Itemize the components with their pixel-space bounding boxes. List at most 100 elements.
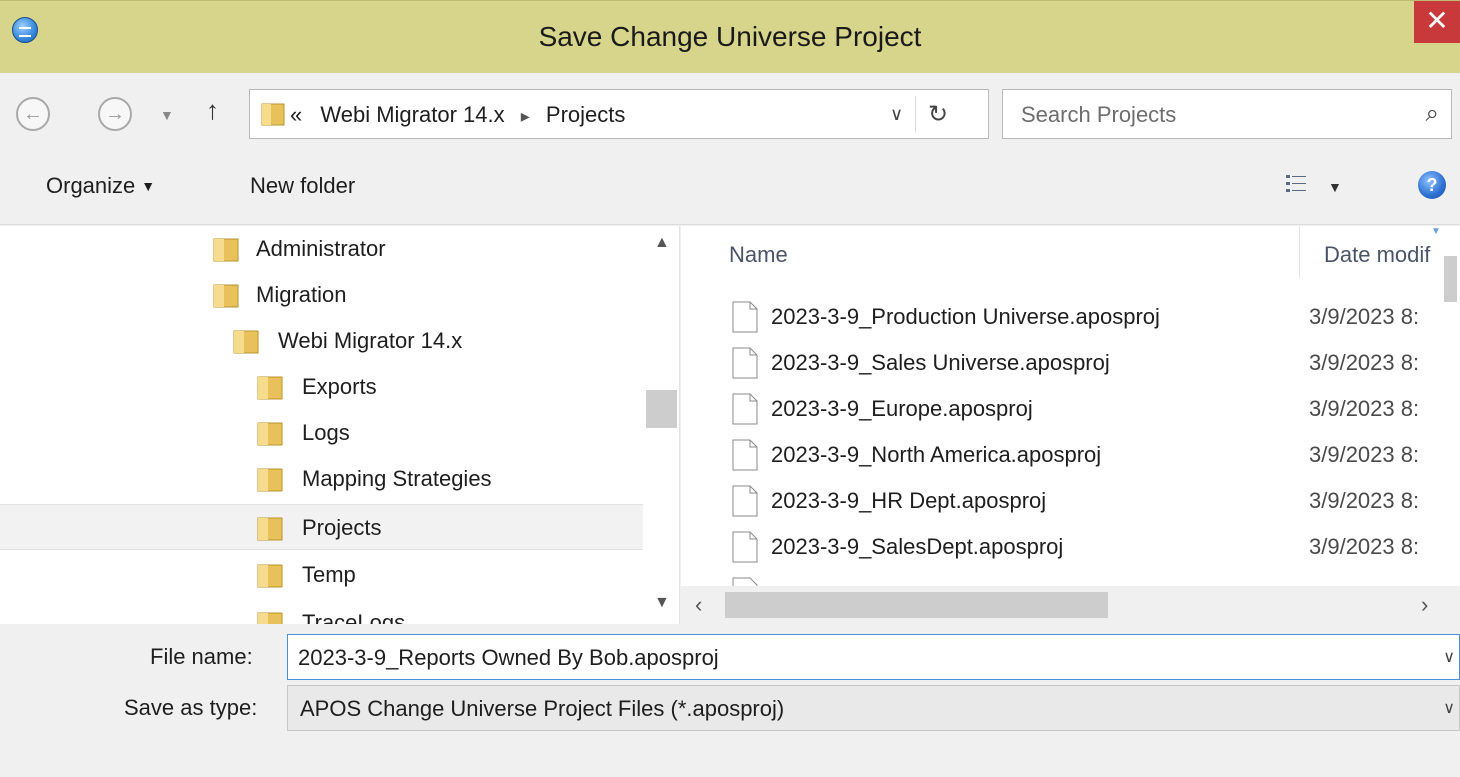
folder-icon — [257, 564, 283, 588]
save-as-type-select[interactable]: APOS Change Universe Project Files (*.ap… — [287, 685, 1460, 731]
up-arrow-icon[interactable]: ↑ — [206, 95, 219, 126]
file-row[interactable]: 2023-3-9_Production Universe.aposproj 3/… — [681, 294, 1441, 340]
tree-item-label: Projects — [302, 515, 382, 540]
scrollbar-thumb[interactable] — [646, 390, 677, 428]
window-title: Save Change Universe Project — [538, 21, 922, 52]
file-date: 3/9/2023 8: — [1309, 396, 1420, 421]
tree-item-label: Mapping Strategies — [302, 466, 492, 491]
tree-item-label: Exports — [302, 374, 377, 399]
folder-icon — [213, 238, 239, 262]
folder-icon — [233, 330, 259, 354]
tree-item-mapping-strategies[interactable]: Mapping Strategies — [0, 456, 643, 502]
navigation-scrollbar[interactable]: ▲ ▼ — [643, 226, 679, 624]
file-date: 3/9/2023 8: — [1309, 534, 1420, 559]
file-date: 3/9/2023 8: — [1309, 304, 1420, 329]
file-date: 3/9/2023 8: — [1309, 350, 1420, 375]
file-list-vertical-scrollbar[interactable] — [1441, 226, 1460, 582]
breadcrumb-segment[interactable]: Projects — [546, 102, 625, 127]
file-row[interactable]: 2023-3-9_HR Dept.aposproj 3/9/2023 8: — [681, 478, 1441, 524]
back-arrow-icon[interactable]: ← — [16, 97, 50, 131]
navigation-pane: Administrator Migration Webi Migrator 14… — [0, 226, 680, 624]
view-options-icon[interactable] — [1285, 173, 1307, 195]
file-name-field[interactable]: 2023-3-9_Reports Owned By Bob.aposproj ∨ — [287, 634, 1460, 680]
tree-item-webi-migrator[interactable]: Webi Migrator 14.x — [0, 318, 643, 364]
chevron-down-icon[interactable]: ∨ — [1443, 698, 1455, 718]
scrollbar-thumb[interactable] — [1444, 256, 1457, 302]
file-name: 2023-3-9_Production Universe.aposproj — [771, 304, 1160, 329]
scroll-up-icon[interactable]: ▲ — [654, 234, 670, 252]
tree-item-tracelogs[interactable]: TraceLogs — [0, 600, 643, 624]
save-as-type-value: APOS Change Universe Project Files (*.ap… — [300, 696, 785, 721]
tree-item-label: Webi Migrator 14.x — [278, 328, 463, 353]
tree-item-projects[interactable]: Projects — [0, 504, 643, 550]
breadcrumb: « Webi Migrator 14.x ▸ Projects — [290, 102, 625, 128]
folder-icon — [213, 284, 239, 308]
file-list-horizontal-scrollbar[interactable]: ‹ › — [681, 586, 1460, 624]
organize-button[interactable]: Organize ▼ — [46, 173, 155, 199]
file-name: 2023-3-9_HR Dept.aposproj — [771, 488, 1047, 513]
column-header-date-modified[interactable]: Date modif — [1324, 242, 1430, 268]
file-row[interactable]: 2023-3-9_Sales Universe.aposproj 3/9/202… — [681, 340, 1441, 386]
search-icon[interactable]: ⌕ — [1426, 100, 1439, 128]
tree-item-temp[interactable]: Temp — [0, 552, 643, 598]
address-divider — [915, 96, 916, 132]
file-list: Name Date modif ▼ 2023-3-9_Production Un… — [681, 226, 1460, 624]
tree-item-label: Administrator — [256, 236, 386, 261]
file-row[interactable]: 2023-3-9_Europe.aposproj 3/9/2023 8: — [681, 386, 1441, 432]
search-input[interactable]: Search Projects ⌕ — [1002, 89, 1452, 139]
breadcrumb-segment[interactable]: Webi Migrator 14.x — [320, 102, 504, 127]
file-row[interactable]: 2023-3-9_North America.aposproj 3/9/2023… — [681, 432, 1441, 478]
address-dropdown-icon[interactable]: ∨ — [890, 104, 903, 125]
help-icon[interactable]: ? — [1418, 171, 1446, 199]
search-placeholder: Search Projects — [1021, 102, 1177, 127]
folder-icon — [257, 468, 283, 492]
tree-item-administrator[interactable]: Administrator — [0, 226, 643, 272]
scroll-right-icon[interactable]: › — [1421, 592, 1428, 618]
file-name: 2023-3-9_Europe.aposproj — [771, 396, 1033, 421]
save-form: File name: 2023-3-9_Reports Owned By Bob… — [0, 624, 1460, 777]
document-icon — [732, 531, 758, 563]
file-name: 2023-3-9_Sales Universe.aposproj — [771, 350, 1110, 375]
scrollbar-thumb[interactable] — [725, 592, 1108, 618]
sort-indicator-icon: ▼ — [1431, 226, 1441, 237]
document-icon — [732, 439, 758, 471]
new-folder-button[interactable]: New folder — [250, 173, 355, 199]
document-icon — [732, 347, 758, 379]
refresh-icon[interactable]: ↻ — [928, 100, 948, 129]
column-header-name[interactable]: Name — [729, 242, 788, 268]
document-icon — [732, 301, 758, 333]
breadcrumb-overflow[interactable]: « — [290, 102, 302, 127]
file-name-label: File name: — [150, 644, 253, 669]
scroll-down-icon[interactable]: ▼ — [654, 594, 670, 612]
address-bar[interactable]: « Webi Migrator 14.x ▸ Projects ∨ ↻ — [249, 89, 989, 139]
forward-arrow-icon[interactable]: → — [98, 97, 132, 131]
tree-item-logs[interactable]: Logs — [0, 410, 643, 456]
tree-item-label: Temp — [302, 562, 356, 587]
toolbar: Organize ▼ New folder ▼ ? — [0, 149, 1460, 225]
folder-icon — [261, 103, 285, 126]
file-name: 2023-3-9_North America.aposproj — [771, 442, 1102, 467]
close-button[interactable]: ✕ — [1414, 1, 1460, 43]
caret-down-icon: ▼ — [141, 178, 156, 194]
tree-item-label: TraceLogs — [302, 610, 406, 624]
file-date: 3/9/2023 8: — [1309, 488, 1420, 513]
folder-icon — [257, 612, 283, 624]
document-icon — [732, 485, 758, 517]
view-options-caret-icon[interactable]: ▼ — [1328, 179, 1342, 195]
tree-item-exports[interactable]: Exports — [0, 364, 643, 410]
column-divider[interactable] — [1299, 226, 1300, 278]
tree-item-label: Migration — [256, 282, 347, 307]
address-row: ← → ▼ ↑ « Webi Migrator 14.x ▸ Projects … — [0, 73, 1460, 149]
folder-icon — [257, 422, 283, 446]
folder-icon — [257, 517, 283, 541]
organize-label: Organize — [46, 173, 136, 198]
tree-item-label: Logs — [302, 420, 350, 445]
breadcrumb-separator-icon[interactable]: ▸ — [511, 106, 540, 126]
chevron-down-icon[interactable]: ∨ — [1443, 647, 1455, 667]
tree-item-migration[interactable]: Migration — [0, 272, 643, 318]
scroll-left-icon[interactable]: ‹ — [695, 592, 702, 618]
file-row[interactable]: 2023-3-9_SalesDept.aposproj 3/9/2023 8: — [681, 524, 1441, 570]
recent-locations-chevron-icon[interactable]: ▼ — [160, 107, 174, 123]
file-name-value: 2023-3-9_Reports Owned By Bob.aposproj — [298, 645, 719, 670]
document-icon — [732, 393, 758, 425]
